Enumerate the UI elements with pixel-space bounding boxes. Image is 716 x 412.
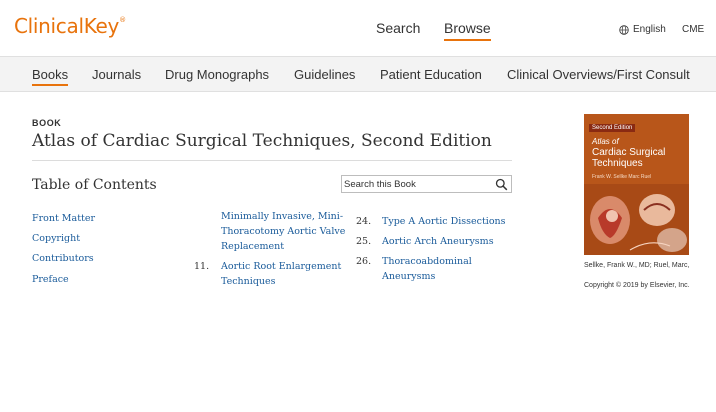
- book-search-input[interactable]: [344, 177, 492, 191]
- toc-link-line: Type A Aortic Dissections: [382, 216, 506, 227]
- toc-link-line: Minimally Invasive, Mini-: [221, 211, 344, 222]
- top-header: ClinicalKey® Search Browse English CME: [0, 0, 716, 56]
- content-type-nav: Books Journals Drug Monographs Guideline…: [0, 56, 716, 92]
- logo-text: ClinicalKey: [14, 14, 120, 38]
- toc-chapter-number: 25.: [356, 236, 372, 247]
- toc-link-mini-thoracotomy-avr[interactable]: Minimally Invasive, Mini- Thoracotomy Ao…: [221, 209, 345, 254]
- cover-authors: Frank W. Sellke Marc Ruel: [592, 174, 652, 180]
- book-authors: Sellke, Frank W., MD; Ruel, Marc,: [584, 262, 690, 269]
- logo-mark: ®: [119, 16, 126, 24]
- subnav-clinical-overviews[interactable]: Clinical Overviews/First Consult: [507, 67, 690, 82]
- toc-link-contributors[interactable]: Contributors: [32, 251, 94, 266]
- cover-title-line: Cardiac Surgical: [592, 147, 666, 158]
- divider: [32, 160, 512, 161]
- clinicalkey-logo[interactable]: ClinicalKey®: [14, 14, 126, 38]
- language-selector[interactable]: English: [619, 24, 666, 35]
- toc-link-line: Aortic Arch Aneurysms: [382, 236, 494, 247]
- nav-browse[interactable]: Browse: [444, 20, 491, 41]
- toc-link-line: Replacement: [221, 241, 285, 252]
- toc-link-front-matter[interactable]: Front Matter: [32, 211, 95, 226]
- toc-link-copyright[interactable]: Copyright: [32, 231, 80, 246]
- toc-link-aortic-root-enlargement[interactable]: Aortic Root Enlargement Techniques: [221, 259, 341, 289]
- book-copyright: Copyright © 2019 by Elsevier, Inc.: [584, 282, 690, 289]
- toc-link-line: Techniques: [221, 276, 276, 287]
- globe-icon: [619, 24, 629, 35]
- cme-link[interactable]: CME: [682, 24, 704, 35]
- toc-heading: Table of Contents: [32, 177, 157, 193]
- toc-link-line: Thoracoabdominal: [382, 256, 472, 267]
- toc-link-thoracoabdominal-aneurysms[interactable]: Thoracoabdominal Aneurysms: [382, 254, 472, 284]
- subnav-drug-monographs[interactable]: Drug Monographs: [165, 67, 269, 82]
- toc-link-line: Aortic Root Enlargement: [221, 261, 342, 272]
- language-label: English: [633, 24, 666, 35]
- nav-search[interactable]: Search: [376, 20, 420, 36]
- cover-edition-badge: Second Edition: [589, 124, 636, 132]
- book-search: [341, 175, 512, 193]
- toc-link-type-a-dissections[interactable]: Type A Aortic Dissections: [382, 214, 506, 229]
- page-title: Atlas of Cardiac Surgical Techniques, Se…: [32, 131, 492, 151]
- toc-link-line: Thoracotomy Aortic Valve: [221, 226, 346, 237]
- toc-chapter-number: 26.: [356, 256, 372, 267]
- toc-link-line: Aneurysms: [382, 271, 436, 282]
- subnav-books[interactable]: Books: [32, 67, 69, 86]
- subnav-guidelines[interactable]: Guidelines: [294, 67, 355, 82]
- content-type-label: BOOK: [32, 118, 62, 128]
- book-cover[interactable]: Second Edition Atlas of Cardiac Surgical…: [584, 114, 689, 255]
- search-icon[interactable]: [495, 178, 508, 191]
- toc-chapter-number: 24.: [356, 216, 372, 227]
- subnav-journals[interactable]: Journals: [92, 67, 141, 82]
- subnav-patient-education[interactable]: Patient Education: [380, 67, 482, 82]
- toc-link-aortic-arch-aneurysms[interactable]: Aortic Arch Aneurysms: [382, 234, 494, 249]
- cover-illustration: [584, 184, 689, 255]
- cover-title: Atlas of Cardiac Surgical Techniques: [592, 136, 684, 169]
- cover-title-line: Techniques: [592, 158, 643, 169]
- cover-title-line: Atlas of: [592, 137, 619, 146]
- toc-link-preface[interactable]: Preface: [32, 272, 69, 287]
- toc-chapter-number: 11.: [194, 261, 210, 272]
